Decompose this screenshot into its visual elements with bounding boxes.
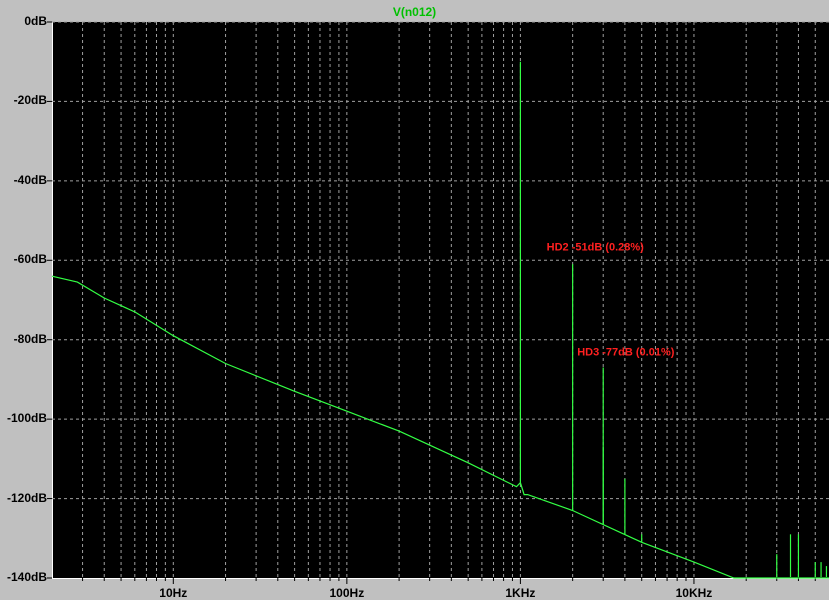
harmonic-annotation: HD3 -77dB (0.01%) [577, 347, 675, 359]
trace-noise-floor [51, 275, 829, 579]
chart-svg: HD2 -51dB (0.28%) HD3 -77dB (0.01%) [47, 21, 829, 584]
harmonic-annotation: HD2 -51dB (0.28%) [547, 241, 645, 253]
plot-window: V(n012) 0dB -20dB -40dB -60dB -80dB -100dB -12… [0, 0, 829, 600]
